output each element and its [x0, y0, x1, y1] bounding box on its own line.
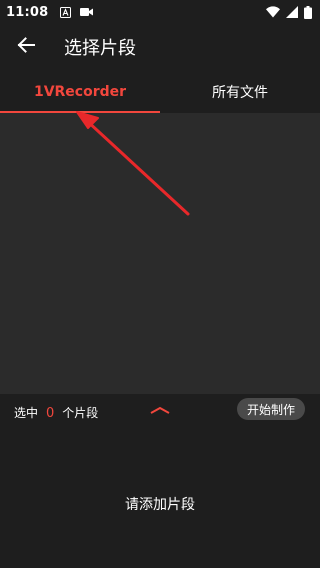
clip-list-area [0, 113, 320, 394]
status-notification-icons [60, 6, 94, 18]
start-making-button[interactable]: 开始制作 [237, 398, 305, 420]
page-title: 选择片段 [64, 38, 136, 59]
wifi-icon [266, 6, 280, 18]
tab-bar: 1VRecorder 所有文件 [0, 70, 320, 113]
chevron-up-icon[interactable] [148, 402, 172, 416]
tab-label: 所有文件 [212, 84, 268, 101]
selection-prefix: 选中 [14, 406, 39, 420]
battery-icon [304, 5, 312, 19]
status-bar: 11:08 [0, 0, 320, 24]
selection-summary: 选中 0 个片段 [14, 404, 98, 421]
selection-suffix: 个片段 [62, 406, 99, 420]
selection-row: 选中 0 个片段 开始制作 [0, 394, 320, 430]
status-system-icons [266, 5, 312, 19]
app-bar: 选择片段 [0, 24, 320, 70]
tab-all-files[interactable]: 所有文件 [160, 70, 320, 113]
bottom-panel: 选中 0 个片段 开始制作 请添加片段 [0, 394, 320, 568]
signal-icon [286, 6, 298, 18]
status-time: 11:08 [6, 4, 49, 20]
tab-label: 1VRecorder [33, 83, 127, 100]
screen: 11:08 选择片段 1VRecorder 所有文件 选中 0 个片段 开始制作… [0, 0, 320, 568]
a-notification-icon [60, 6, 72, 18]
video-camera-icon [80, 7, 94, 17]
selection-count: 0 [46, 406, 55, 421]
back-button[interactable] [0, 24, 52, 70]
empty-hint: 请添加片段 [125, 497, 195, 513]
tab-1vrecorder[interactable]: 1VRecorder [0, 70, 160, 113]
arrow-left-icon [17, 37, 35, 57]
